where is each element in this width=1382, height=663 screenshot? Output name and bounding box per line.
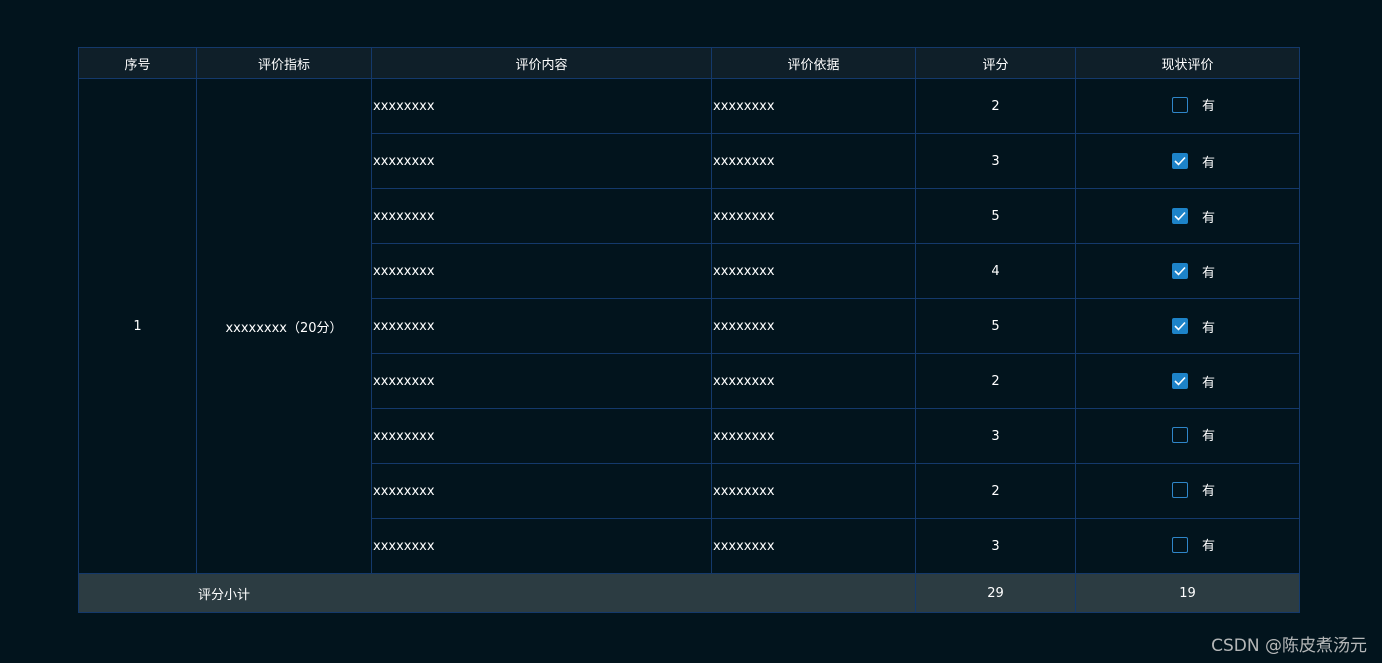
status-checkbox-group[interactable]: 有: [1171, 207, 1215, 226]
content-cell: xxxxxxxx: [371, 133, 712, 189]
status-checkbox-group[interactable]: 有: [1171, 372, 1215, 391]
checkbox-unchecked[interactable]: [1171, 536, 1188, 553]
checkbox-label: 有: [1201, 155, 1215, 171]
score-cell: 3: [915, 408, 1076, 464]
content-cell: xxxxxxxx: [371, 353, 712, 409]
content-cell: xxxxxxxx: [371, 518, 712, 574]
basis-cell: xxxxxxxx: [711, 298, 916, 354]
checkbox-checked[interactable]: [1171, 153, 1188, 169]
header-basis: 评价依据: [711, 47, 916, 79]
status-checkbox-group[interactable]: 有: [1171, 152, 1215, 171]
group-index: 1: [78, 78, 197, 574]
status-cell: 有: [1075, 463, 1300, 519]
basis-cell: xxxxxxxx: [711, 463, 916, 519]
basis-cell: xxxxxxxx: [711, 518, 916, 574]
basis-cell: xxxxxxxx: [711, 243, 916, 299]
subtotal-label: 评分小计: [78, 573, 916, 613]
checkbox-label: 有: [1201, 210, 1215, 226]
header-status: 现状评价: [1075, 47, 1300, 79]
header-score: 评分: [915, 47, 1076, 79]
evaluation-table: 序号 评价指标 评价内容 评价依据 评分 现状评价 1 xxxxxxxx（20分）…: [78, 47, 1300, 613]
checkbox-unchecked[interactable]: [1171, 96, 1188, 113]
checkbox-checked[interactable]: [1171, 263, 1188, 279]
content-cell: xxxxxxxx: [371, 188, 712, 244]
basis-cell: xxxxxxxx: [711, 78, 916, 134]
group-indicator: xxxxxxxx（20分）: [196, 78, 372, 574]
score-cell: 3: [915, 133, 1076, 189]
status-checkbox-group[interactable]: 有: [1171, 317, 1215, 336]
checkmark-icon: [1174, 321, 1186, 331]
checkbox-unchecked[interactable]: [1171, 426, 1188, 443]
checkbox-label: 有: [1201, 429, 1215, 445]
basis-cell: xxxxxxxx: [711, 133, 916, 189]
status-cell: 有: [1075, 243, 1300, 299]
status-checkbox-group[interactable]: 有: [1171, 480, 1215, 500]
checkbox-label: 有: [1201, 375, 1215, 391]
score-cell: 5: [915, 298, 1076, 354]
checkbox-checked[interactable]: [1171, 373, 1188, 389]
watermark: CSDN @陈皮煮汤元: [1211, 636, 1367, 656]
score-cell: 4: [915, 243, 1076, 299]
checkbox-label: 有: [1201, 539, 1215, 555]
subtotal-row: 评分小计 29 19: [78, 573, 1300, 613]
checkmark-icon: [1174, 156, 1186, 166]
content-cell: xxxxxxxx: [371, 408, 712, 464]
subtotal-score: 29: [915, 573, 1076, 613]
basis-cell: xxxxxxxx: [711, 188, 916, 244]
status-checkbox-group[interactable]: 有: [1171, 95, 1215, 115]
content-cell: xxxxxxxx: [371, 463, 712, 519]
checkbox-checked[interactable]: [1171, 318, 1188, 334]
table-row: 1 xxxxxxxx（20分） xxxxxxxx xxxxxxxx 2 有: [78, 78, 1300, 574]
content-cell: xxxxxxxx: [371, 243, 712, 299]
header-content: 评价内容: [371, 47, 712, 79]
status-cell: 有: [1075, 188, 1300, 244]
checkbox-label: 有: [1201, 484, 1215, 500]
status-checkbox-group[interactable]: 有: [1171, 262, 1215, 281]
checkmark-icon: [1174, 376, 1186, 386]
status-checkbox-group[interactable]: 有: [1171, 535, 1215, 555]
status-cell: 有: [1075, 133, 1300, 189]
basis-cell: xxxxxxxx: [711, 408, 916, 464]
score-cell: 5: [915, 188, 1076, 244]
subtotal-status: 19: [1075, 573, 1300, 613]
status-cell: 有: [1075, 78, 1300, 134]
table-header-row: 序号 评价指标 评价内容 评价依据 评分 现状评价: [78, 47, 1300, 79]
score-cell: 2: [915, 353, 1076, 409]
basis-cell: xxxxxxxx: [711, 353, 916, 409]
header-indicator: 评价指标: [196, 47, 372, 79]
checkbox-unchecked[interactable]: [1171, 481, 1188, 498]
content-cell: xxxxxxxx: [371, 78, 712, 134]
score-cell: 2: [915, 463, 1076, 519]
score-cell: 3: [915, 518, 1076, 574]
table-body: 1 xxxxxxxx（20分） xxxxxxxx xxxxxxxx 2 有 xxxxxxxx…: [78, 78, 1300, 574]
header-index: 序号: [78, 47, 197, 79]
checkbox-label: 有: [1201, 320, 1215, 336]
status-cell: 有: [1075, 298, 1300, 354]
status-checkbox-group[interactable]: 有: [1171, 425, 1215, 445]
checkmark-icon: [1174, 211, 1186, 221]
evaluation-table-container: 序号 评价指标 评价内容 评价依据 评分 现状评价 1 xxxxxxxx（20分）…: [78, 47, 1300, 613]
checkbox-checked[interactable]: [1171, 208, 1188, 224]
status-cell: 有: [1075, 518, 1300, 574]
score-cell: 2: [915, 78, 1076, 134]
checkbox-label: 有: [1201, 99, 1215, 115]
status-cell: 有: [1075, 353, 1300, 409]
status-cell: 有: [1075, 408, 1300, 464]
checkbox-label: 有: [1201, 265, 1215, 281]
checkmark-icon: [1174, 266, 1186, 276]
content-cell: xxxxxxxx: [371, 298, 712, 354]
